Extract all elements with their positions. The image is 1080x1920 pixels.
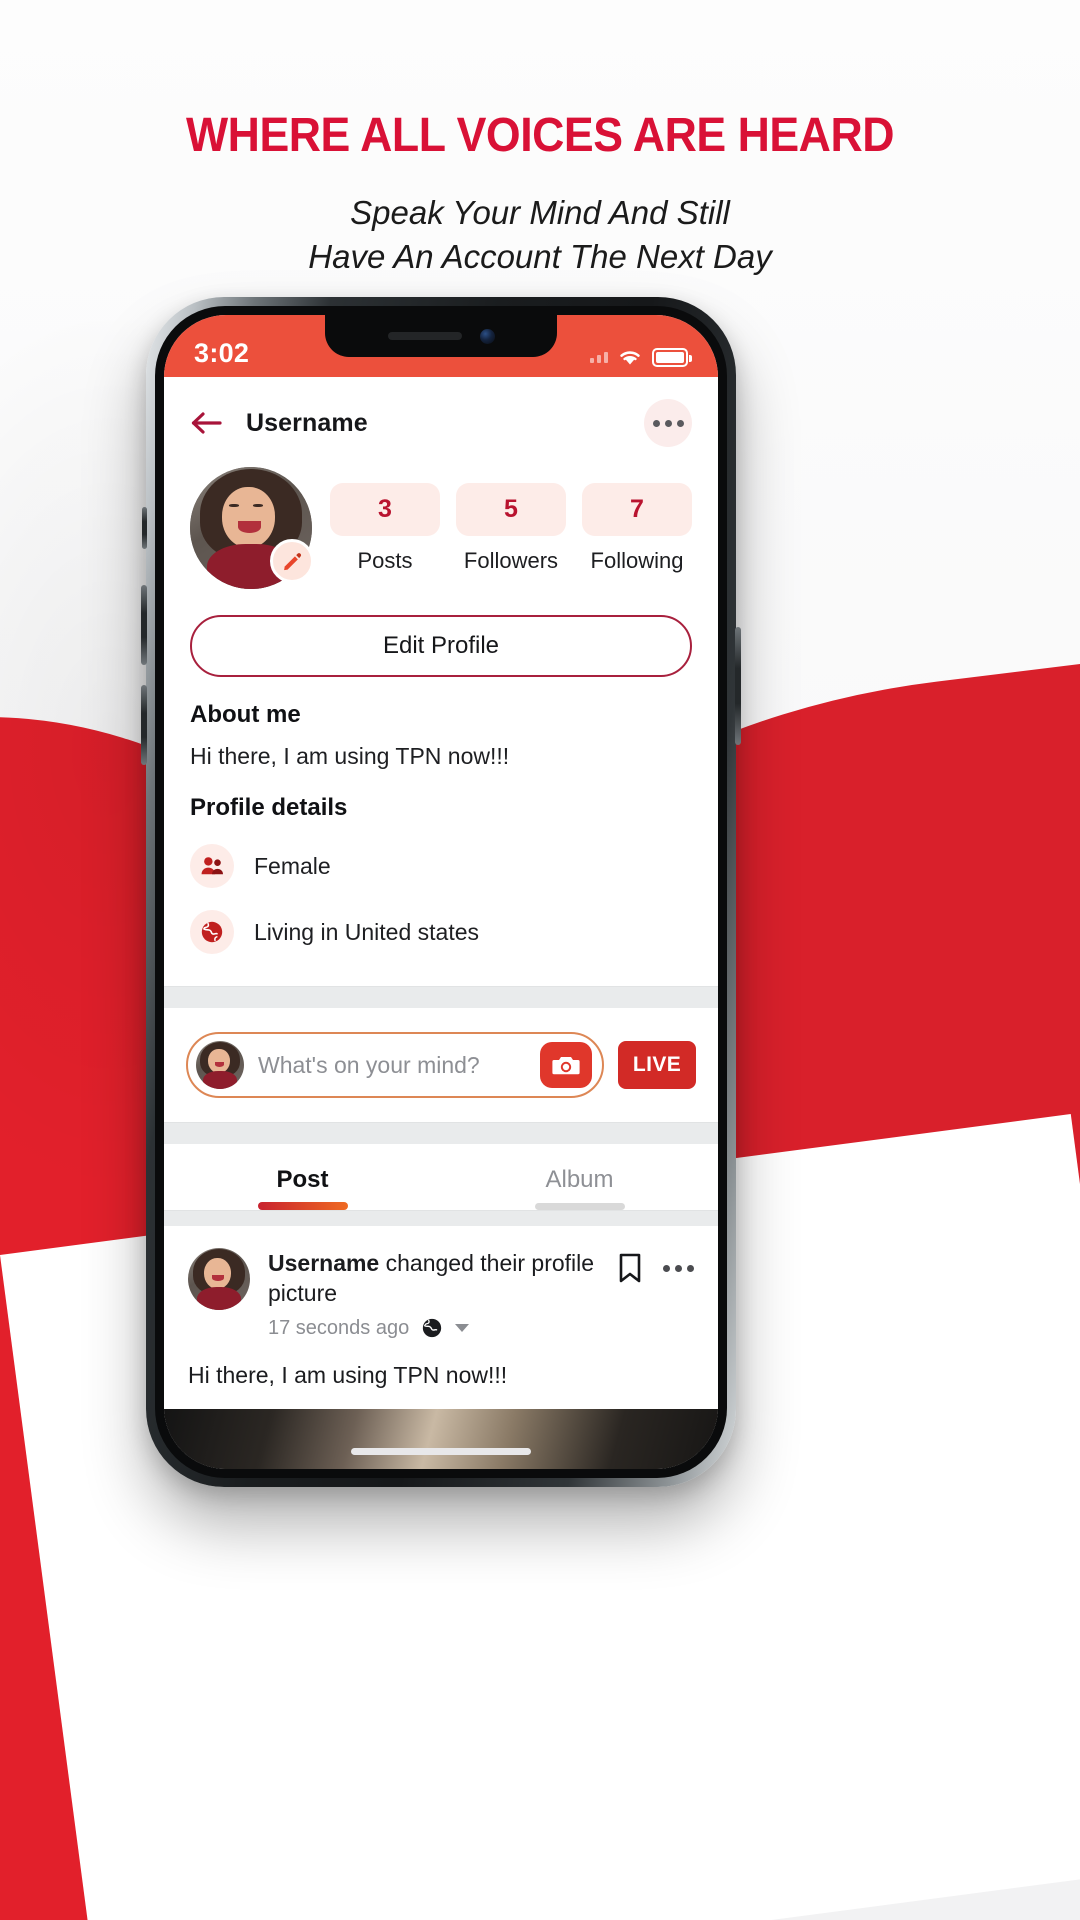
post-composer: What's on your mind? LIVE bbox=[164, 1008, 718, 1122]
post-photo-background bbox=[164, 1408, 718, 1469]
app-content: Username 3 Posts 5 Followers 7 Following… bbox=[164, 377, 718, 1469]
profile-stats: 3 Posts 5 Followers 7 Following bbox=[330, 467, 692, 574]
tab-album-label: Album bbox=[545, 1166, 614, 1193]
status-bar-time: 3:02 bbox=[194, 338, 250, 368]
post-author-name[interactable]: Username bbox=[268, 1250, 379, 1276]
phone-mute-switch bbox=[142, 507, 147, 549]
stat-following-label: Following bbox=[590, 548, 684, 573]
profile-details-title: Profile details bbox=[190, 794, 348, 821]
globe-public-icon bbox=[423, 1319, 442, 1338]
phone-volume-down-button bbox=[141, 685, 147, 765]
status-bar-icons bbox=[590, 347, 692, 369]
stat-following-value: 7 bbox=[582, 483, 692, 536]
post-timestamp: 17 seconds ago bbox=[268, 1316, 410, 1339]
edit-profile-button[interactable]: Edit Profile bbox=[190, 615, 692, 677]
post-author-avatar[interactable] bbox=[188, 1248, 250, 1310]
promo-headline: WHERE ALL VOICES ARE HEARD bbox=[186, 109, 894, 162]
stat-following[interactable]: 7 Following bbox=[582, 483, 692, 574]
front-camera-icon bbox=[479, 328, 495, 344]
profile-header: 3 Posts 5 Followers 7 Following bbox=[164, 461, 718, 589]
signal-bars-icon bbox=[590, 351, 608, 363]
bookmark-icon[interactable] bbox=[617, 1252, 643, 1284]
stat-followers-value: 5 bbox=[456, 483, 566, 536]
chevron-down-icon[interactable] bbox=[455, 1324, 470, 1333]
composer-input[interactable]: What's on your mind? bbox=[258, 1052, 526, 1079]
section-divider-1 bbox=[164, 986, 718, 1008]
wifi-icon bbox=[620, 351, 640, 365]
phone-power-button bbox=[735, 627, 741, 745]
stat-followers-label: Followers bbox=[463, 548, 559, 573]
post-header: Username changed their profile picture 1… bbox=[188, 1248, 694, 1340]
detail-row-gender: Female bbox=[190, 844, 692, 888]
app-bar: Username bbox=[164, 377, 718, 461]
promo-text-block: WHERE ALL VOICES ARE HEARD Speak Your Mi… bbox=[0, 0, 1080, 278]
composer-field[interactable]: What's on your mind? bbox=[186, 1032, 604, 1098]
globe-icon bbox=[190, 910, 234, 954]
about-me-title: About me bbox=[190, 701, 301, 728]
section-divider-3 bbox=[164, 1210, 718, 1226]
stat-posts-value: 3 bbox=[330, 483, 440, 536]
profile-info-section: About me Hi there, I am using TPN now!!!… bbox=[164, 701, 718, 954]
avatar[interactable] bbox=[190, 467, 314, 589]
post-photo[interactable] bbox=[164, 1408, 718, 1469]
post-actions bbox=[617, 1248, 694, 1284]
phone-notch bbox=[325, 315, 557, 357]
composer-avatar bbox=[196, 1041, 244, 1089]
post-more-icon[interactable] bbox=[663, 1264, 694, 1272]
detail-gender-text: Female bbox=[254, 852, 331, 879]
phone-screen: 3:02 Username 3 Posts 5 Followers 7 Foll… bbox=[164, 315, 718, 1469]
about-me-text: Hi there, I am using TPN now!!! bbox=[190, 743, 510, 769]
camera-icon[interactable] bbox=[540, 1042, 592, 1088]
phone-mockup: 3:02 Username 3 Posts 5 Followers 7 Foll… bbox=[141, 297, 741, 1487]
promo-subline-2: Have An Account The Next Day bbox=[308, 237, 772, 275]
live-button[interactable]: LIVE bbox=[618, 1041, 696, 1089]
back-arrow-icon[interactable] bbox=[190, 409, 224, 437]
gender-people-icon bbox=[190, 844, 234, 888]
pencil-icon[interactable] bbox=[270, 539, 314, 583]
tab-album[interactable]: Album bbox=[441, 1166, 718, 1210]
home-indicator bbox=[351, 1448, 531, 1455]
tab-album-indicator bbox=[534, 1203, 625, 1210]
tab-post[interactable]: Post bbox=[164, 1166, 441, 1210]
post-submeta: 17 seconds ago bbox=[268, 1317, 599, 1340]
page-title: Username bbox=[246, 408, 368, 437]
stat-posts-label: Posts bbox=[357, 548, 413, 573]
promo-subline-1: Speak Your Mind And Still bbox=[350, 194, 730, 231]
phone-volume-up-button bbox=[141, 585, 147, 665]
tab-post-indicator bbox=[257, 1202, 348, 1210]
more-options-icon[interactable] bbox=[644, 399, 692, 447]
post-meta: Username changed their profile picture 1… bbox=[268, 1248, 599, 1340]
post-card: Username changed their profile picture 1… bbox=[164, 1226, 718, 1389]
section-divider-2 bbox=[164, 1122, 718, 1144]
tab-post-label: Post bbox=[276, 1166, 329, 1193]
stat-followers[interactable]: 5 Followers bbox=[456, 483, 566, 574]
post-body-text: Hi there, I am using TPN now!!! bbox=[188, 1361, 508, 1388]
profile-tabs: Post Album bbox=[164, 1144, 718, 1210]
earpiece-speaker-icon bbox=[387, 332, 462, 340]
battery-icon bbox=[652, 347, 692, 367]
stat-posts[interactable]: 3 Posts bbox=[330, 483, 440, 574]
detail-location-text: Living in United states bbox=[254, 918, 480, 945]
detail-row-location: Living in United states bbox=[190, 910, 692, 954]
